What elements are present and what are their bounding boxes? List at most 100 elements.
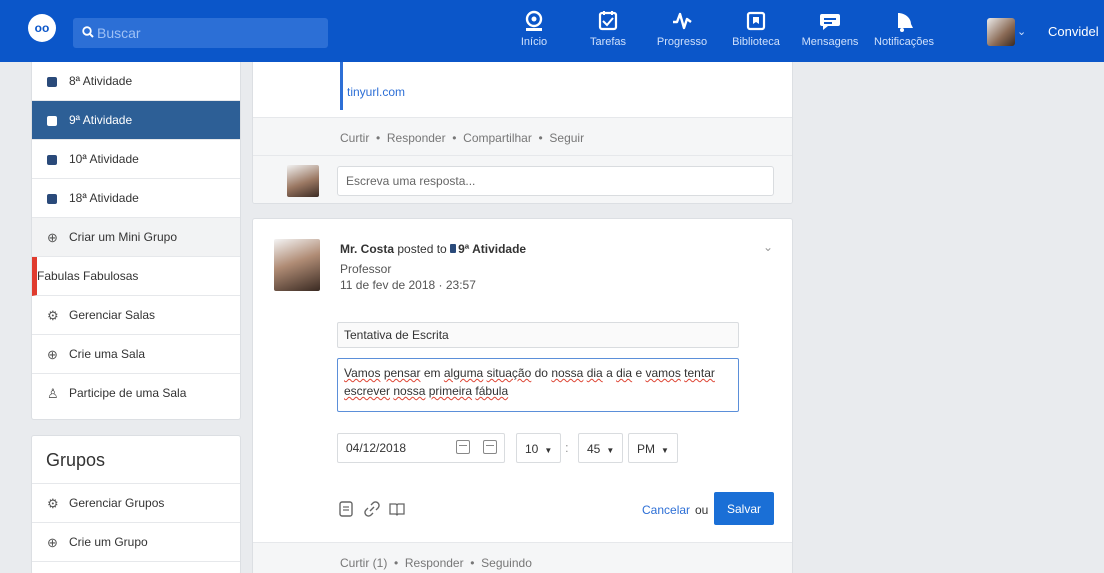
like-button[interactable]: Curtir (1) xyxy=(340,556,387,570)
post-title-input[interactable] xyxy=(337,322,739,348)
avatar[interactable] xyxy=(274,239,320,291)
body-word: vamos xyxy=(645,366,681,380)
nav-progresso-label: Progresso xyxy=(656,36,708,48)
post-header: Mr. Costa posted to 9ª Atividade xyxy=(340,241,526,257)
link-preview-bar xyxy=(340,62,343,110)
post-actions: Curtir • Responder • Compartilhar • Segu… xyxy=(253,117,792,156)
pulse-icon xyxy=(673,12,692,30)
gear-icon: ⚙ xyxy=(47,308,59,323)
reply-composer xyxy=(253,156,792,203)
activity-color-icon xyxy=(47,194,57,204)
join-room-button[interactable]: ♙ Participe de uma Sala xyxy=(32,374,240,413)
hour-value: 10 xyxy=(525,442,539,456)
post-action-list: Curtir • Responder • Compartilhar • Segu… xyxy=(340,131,585,145)
calendar-icon[interactable] xyxy=(483,440,497,454)
link-preview[interactable]: tinyurl.com xyxy=(347,85,405,99)
nav-tarefas-label: Tarefas xyxy=(589,36,627,48)
activity-color-icon xyxy=(47,77,57,87)
tasks-icon xyxy=(598,11,618,31)
post-actions: Curtir (1) • Responder • Seguindo xyxy=(253,542,792,573)
body-word: em xyxy=(423,366,441,380)
body-word: dia xyxy=(586,366,603,380)
join-room-label: Participe de uma Sala xyxy=(69,386,187,400)
plus-circle-icon: ⊕ xyxy=(47,347,58,362)
body-word: dia xyxy=(616,366,633,380)
like-button[interactable]: Curtir xyxy=(340,131,369,145)
create-mini-group-button[interactable]: ⊕ Criar um Mini Grupo xyxy=(32,218,240,257)
post-author[interactable]: Mr. Costa xyxy=(340,242,394,256)
home-icon xyxy=(525,10,543,31)
body-word: Vamos xyxy=(344,366,381,380)
ampm-select[interactable]: PM ▼ xyxy=(628,433,678,463)
post-meta: Professor 11 de fev de 2018 · 23:57 xyxy=(340,261,476,293)
nav-inicio[interactable]: Início xyxy=(497,10,571,56)
sidebar-item-activity-active[interactable]: 9ª Atividade xyxy=(32,101,240,140)
nav-mensagens[interactable]: Mensagens xyxy=(793,10,867,56)
create-room-button[interactable]: ⊕ Crie uma Sala xyxy=(32,335,240,374)
body-word: fábula xyxy=(475,384,509,398)
post-date: 11 de fev de 2018 · 23:57 xyxy=(340,278,476,292)
body-word: alguma xyxy=(443,366,484,380)
sidebar-item-label: 18ª Atividade xyxy=(69,191,139,205)
share-button[interactable]: Compartilhar xyxy=(463,131,532,145)
sidebar-item-label: 9ª Atividade xyxy=(69,113,133,127)
sidebar-item-activity[interactable]: 10ª Atividade xyxy=(32,140,240,179)
sidebar-item-activity[interactable]: 8ª Atividade xyxy=(32,62,240,101)
reply-input[interactable] xyxy=(337,166,774,196)
user-avatar[interactable] xyxy=(987,18,1015,46)
plus-circle-icon: ⊕ xyxy=(47,535,58,550)
nav-inicio-label: Início xyxy=(520,36,548,48)
document-icon[interactable] xyxy=(339,501,353,517)
hour-select[interactable]: 10 ▼ xyxy=(516,433,562,463)
sidebar-item-activity[interactable]: 18ª Atividade xyxy=(32,179,240,218)
nav-biblioteca[interactable]: Biblioteca xyxy=(719,10,793,56)
groups-panel: Grupos ⚙ Gerenciar Grupos ⊕ Crie um Grup… xyxy=(31,435,241,573)
follow-button[interactable]: Seguir xyxy=(549,131,584,145)
sidebar-activities-panel: 8ª Atividade 9ª Atividade 10ª Atividade … xyxy=(31,62,241,420)
body-word: escrever xyxy=(344,384,391,398)
sidebar-item-label: 10ª Atividade xyxy=(69,152,139,166)
message-icon xyxy=(820,14,840,30)
save-button[interactable]: Salvar xyxy=(714,492,774,525)
chevron-down-icon[interactable]: ⌄ xyxy=(763,240,773,254)
people-icon: ♙ xyxy=(47,386,59,401)
manage-rooms-button[interactable]: ⚙ Gerenciar Salas xyxy=(32,296,240,335)
post-action-list: Curtir (1) • Responder • Seguindo xyxy=(340,556,532,570)
chevron-down-icon[interactable]: ⌄ xyxy=(1017,25,1026,38)
body-word: e xyxy=(635,366,643,380)
ampm-value: PM xyxy=(637,442,655,456)
reply-button[interactable]: Responder xyxy=(387,131,446,145)
manage-groups-button[interactable]: ⚙ Gerenciar Grupos xyxy=(32,484,240,523)
post-group[interactable]: 9ª Atividade xyxy=(458,242,526,256)
post-card: tinyurl.com Curtir • Responder • Compart… xyxy=(252,62,793,204)
minute-select[interactable]: 45 ▼ xyxy=(578,433,624,463)
create-group-button[interactable]: ⊕ Crie um Grupo xyxy=(32,523,240,562)
book-icon[interactable] xyxy=(389,501,405,517)
post-body-textarea[interactable]: Vamos pensar em alguma situação do nossa… xyxy=(337,358,739,412)
search-box[interactable] xyxy=(73,18,328,48)
calendar-icon[interactable] xyxy=(456,440,470,454)
nav-notificacoes[interactable]: Notificações xyxy=(867,10,941,56)
body-word: do xyxy=(534,366,548,380)
search-input[interactable] xyxy=(97,18,322,48)
due-date-field[interactable]: 04/12/2018 xyxy=(337,433,505,463)
create-group-label: Crie um Grupo xyxy=(69,535,148,549)
dropdown-arrow-icon: ▼ xyxy=(606,446,615,455)
bell-icon xyxy=(898,13,913,32)
sidebar-current-group[interactable]: Fabulas Fabulosas xyxy=(32,257,240,296)
manage-rooms-label: Gerenciar Salas xyxy=(69,308,156,322)
nav-mensagens-label: Mensagens xyxy=(801,36,859,48)
create-room-label: Crie uma Sala xyxy=(69,347,146,361)
link-icon[interactable] xyxy=(364,501,380,517)
reply-button[interactable]: Responder xyxy=(405,556,464,570)
time-separator: : xyxy=(565,440,569,455)
app-logo[interactable]: oo xyxy=(28,14,56,42)
nav-tarefas[interactable]: Tarefas xyxy=(571,10,645,56)
body-word: pensar xyxy=(383,366,421,380)
author-role: Professor xyxy=(340,262,392,276)
user-name[interactable]: Convidel xyxy=(1048,24,1099,39)
cancel-button[interactable]: Cancelar xyxy=(642,503,690,517)
group-color-icon xyxy=(450,244,457,253)
following-button[interactable]: Seguindo xyxy=(481,556,532,570)
nav-progresso[interactable]: Progresso xyxy=(645,10,719,56)
